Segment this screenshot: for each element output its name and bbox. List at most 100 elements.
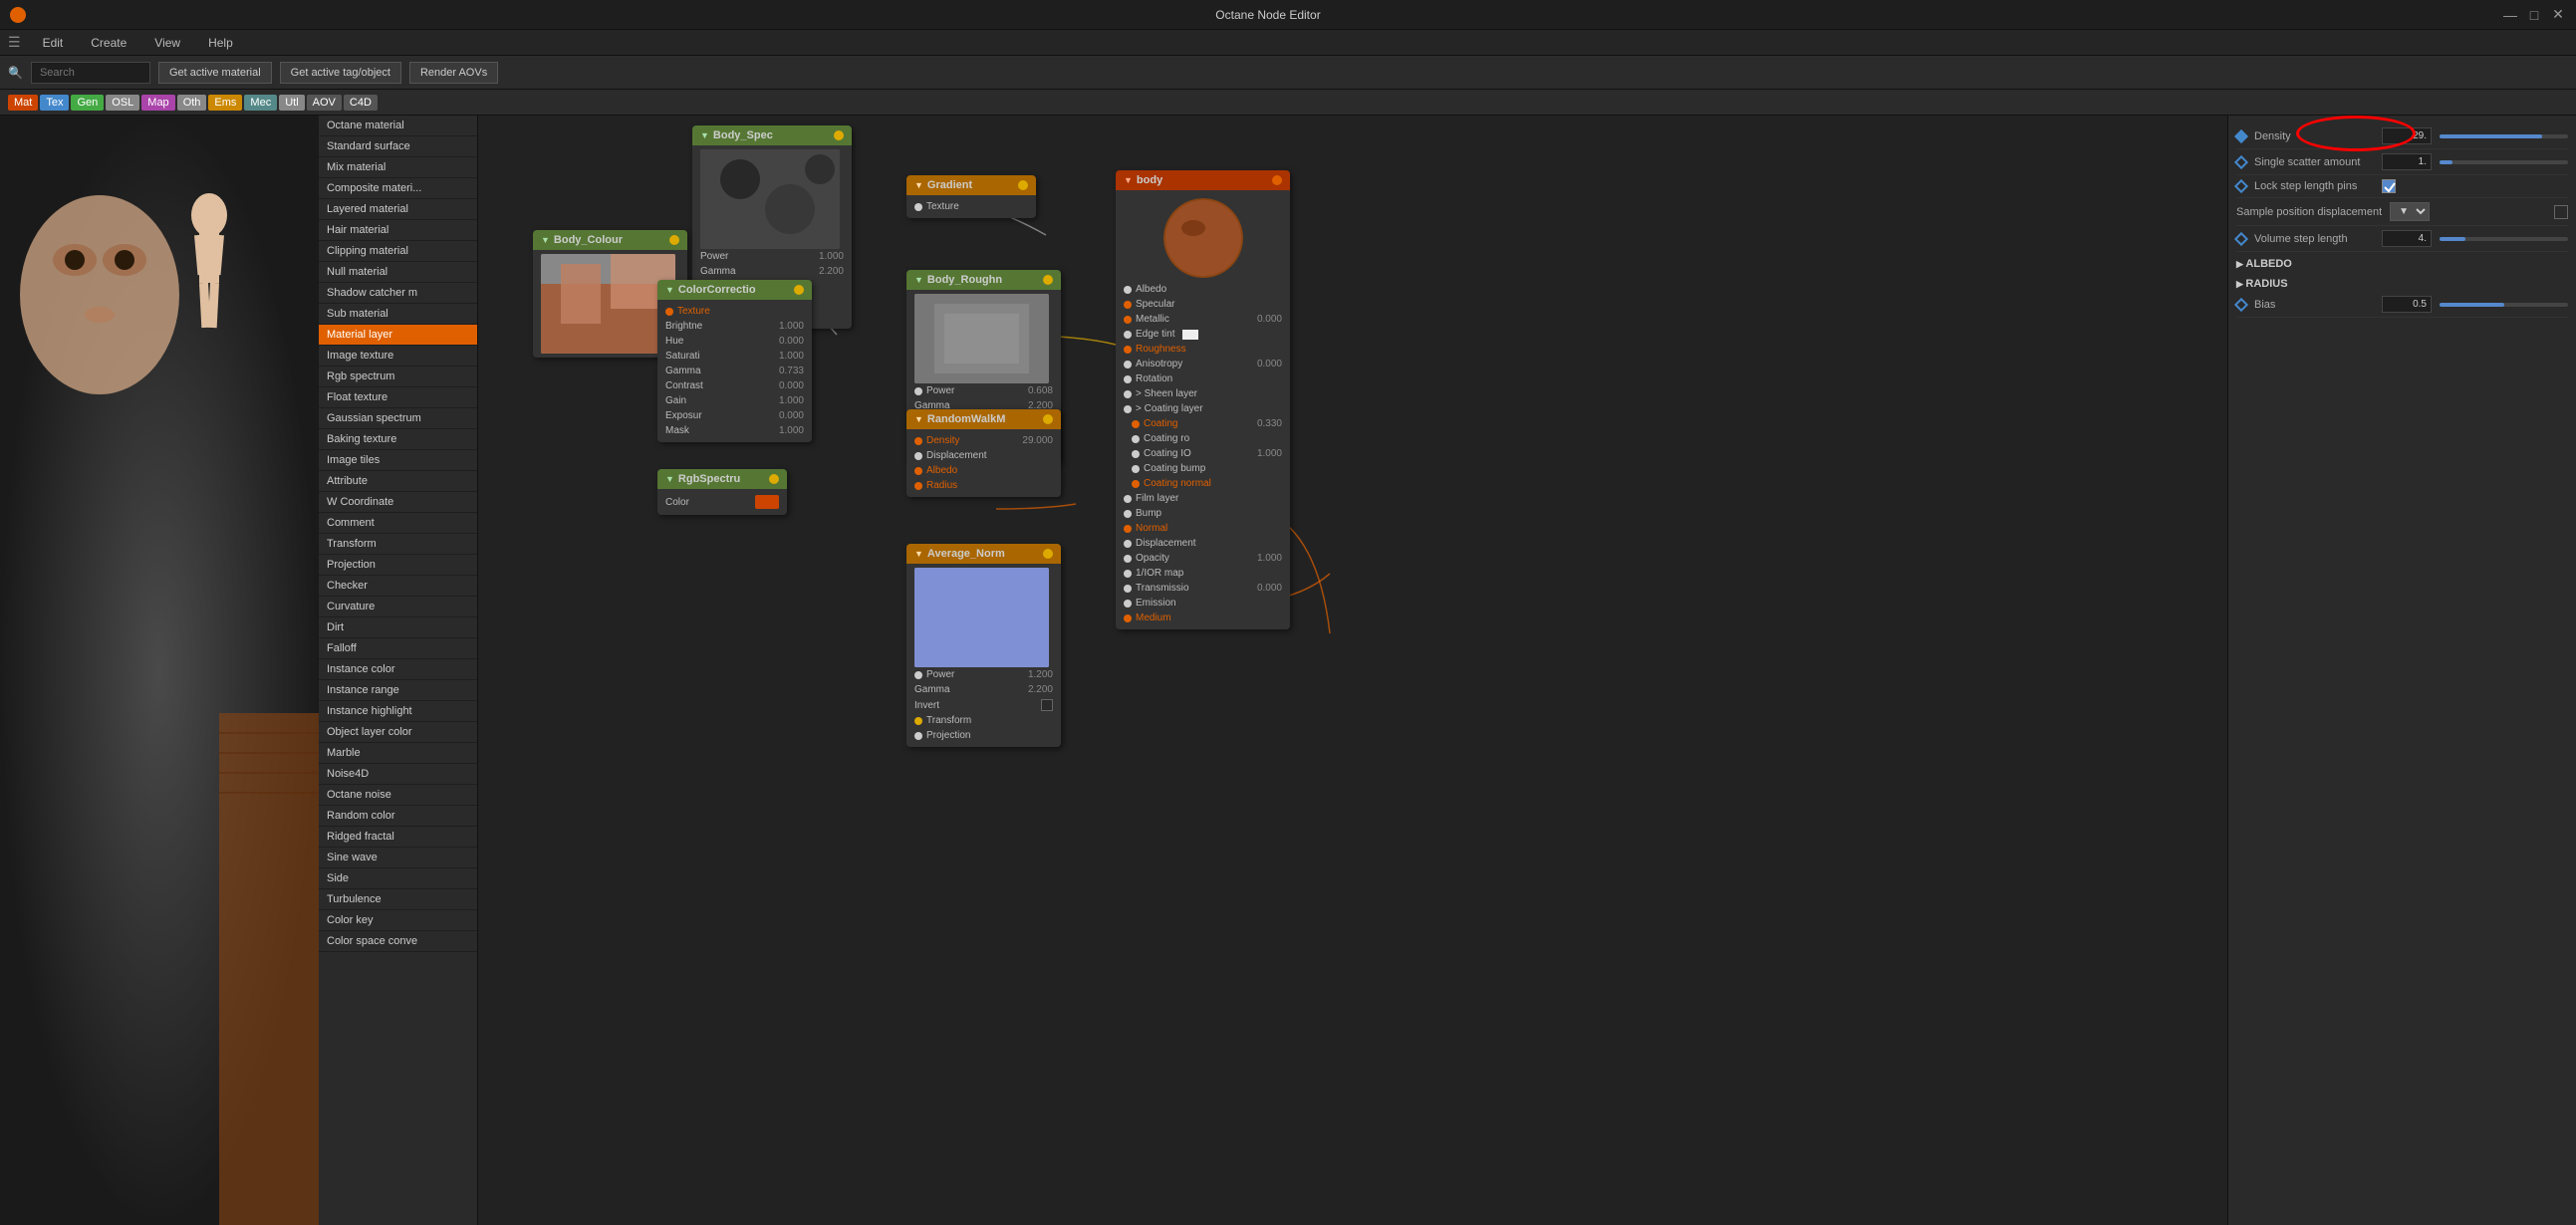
node-item-checker[interactable]: Checker — [319, 576, 477, 597]
node-item-falloff[interactable]: Falloff — [319, 638, 477, 659]
node-rgb-spectrum[interactable]: ▼ RgbSpectru Color — [657, 469, 787, 515]
node-item-w-coordinate[interactable]: W Coordinate — [319, 492, 477, 513]
tab-mec[interactable]: Mec — [244, 95, 277, 111]
sample-position-checkbox[interactable] — [2554, 205, 2568, 219]
tab-aov[interactable]: AOV — [307, 95, 342, 111]
node-item-turbulence[interactable]: Turbulence — [319, 889, 477, 910]
render-aovs-button[interactable]: Render AOVs — [409, 62, 498, 84]
node-item-color-space-conve[interactable]: Color space conve — [319, 931, 477, 952]
node-average-normal[interactable]: ▼ Average_Norm Power 1.200 Gamma — [906, 544, 1061, 747]
menu-view[interactable]: View — [148, 34, 186, 52]
node-item-instance-color[interactable]: Instance color — [319, 659, 477, 680]
menu-edit[interactable]: Edit — [37, 34, 70, 52]
node-item-standard-surface[interactable]: Standard surface — [319, 136, 477, 157]
node-item-transform[interactable]: Transform — [319, 534, 477, 555]
node-output-dot-cc — [794, 285, 804, 295]
node-item-octane-material[interactable]: Octane material — [319, 116, 477, 136]
node-item-ridged-fractal[interactable]: Ridged fractal — [319, 827, 477, 848]
node-item-instance-range[interactable]: Instance range — [319, 680, 477, 701]
node-output-dot — [834, 130, 844, 140]
search-icon: 🔍 — [8, 66, 23, 80]
node-item-clipping-material[interactable]: Clipping material — [319, 241, 477, 262]
get-active-material-button[interactable]: Get active material — [158, 62, 272, 84]
tab-map[interactable]: Map — [141, 95, 174, 111]
node-item-null-material[interactable]: Null material — [319, 262, 477, 283]
tab-gen[interactable]: Gen — [71, 95, 104, 111]
node-item-object-layer-color[interactable]: Object layer color — [319, 722, 477, 743]
tab-mat[interactable]: Mat — [8, 95, 38, 111]
node-item-noise4d[interactable]: Noise4D — [319, 764, 477, 785]
port-an-transform: Transform — [914, 713, 1053, 728]
single-scatter-slider[interactable] — [2440, 160, 2568, 164]
node-item-composite-material[interactable]: Composite materi... — [319, 178, 477, 199]
node-item-attribute[interactable]: Attribute — [319, 471, 477, 492]
node-item-gaussian-spectrum[interactable]: Gaussian spectrum — [319, 408, 477, 429]
sample-position-dropdown[interactable]: ▼ — [2390, 202, 2430, 221]
node-item-sub-material[interactable]: Sub material — [319, 304, 477, 325]
node-item-octane-noise[interactable]: Octane noise — [319, 785, 477, 806]
bias-slider[interactable] — [2440, 303, 2568, 307]
node-item-instance-highlight[interactable]: Instance highlight — [319, 701, 477, 722]
lock-step-row: Lock step length pins — [2236, 175, 2568, 198]
texture-preview-body-colour — [541, 254, 675, 354]
tab-ems[interactable]: Ems — [208, 95, 242, 111]
node-item-projection[interactable]: Projection — [319, 555, 477, 576]
node-gradient[interactable]: ▼ Gradient Texture — [906, 175, 1036, 218]
node-item-color-key[interactable]: Color key — [319, 910, 477, 931]
volume-step-slider[interactable] — [2440, 237, 2568, 241]
tab-utl[interactable]: Utl — [279, 95, 304, 111]
node-title-body-colour: Body_Colour — [554, 234, 623, 246]
node-item-material-layer[interactable]: Material layer — [319, 325, 477, 346]
volume-step-input[interactable] — [2382, 230, 2432, 247]
node-header-color-correction: ▼ ColorCorrectio — [657, 280, 812, 300]
minimize-button[interactable]: — — [2502, 7, 2518, 23]
tab-c4d[interactable]: C4D — [344, 95, 378, 111]
node-item-curvature[interactable]: Curvature — [319, 597, 477, 617]
bias-icon — [2234, 297, 2248, 311]
lock-step-checkbox[interactable] — [2382, 179, 2396, 193]
node-item-shadow-catcher[interactable]: Shadow catcher m — [319, 283, 477, 304]
albedo-section[interactable]: ALBEDO — [2236, 252, 2568, 272]
node-item-random-color[interactable]: Random color — [319, 806, 477, 827]
port-film-layer: Film layer — [1124, 491, 1282, 506]
node-item-float-texture[interactable]: Float texture — [319, 387, 477, 408]
tab-tex[interactable]: Tex — [40, 95, 69, 111]
density-input[interactable] — [2382, 127, 2432, 144]
single-scatter-input[interactable] — [2382, 153, 2432, 170]
node-title-body-roughness: Body_Roughn — [927, 274, 1002, 286]
node-item-image-tiles[interactable]: Image tiles — [319, 450, 477, 471]
bias-input[interactable] — [2382, 296, 2432, 313]
close-button[interactable]: ✕ — [2550, 7, 2566, 23]
hamburger-icon[interactable]: ☰ — [8, 34, 21, 51]
node-item-comment[interactable]: Comment — [319, 513, 477, 534]
tab-osl[interactable]: OSL — [106, 95, 139, 111]
tab-oth[interactable]: Oth — [177, 95, 207, 111]
search-input[interactable] — [31, 62, 150, 84]
volume-step-label: Volume step length — [2254, 233, 2374, 245]
node-item-side[interactable]: Side — [319, 868, 477, 889]
menu-create[interactable]: Create — [85, 34, 132, 52]
node-item-mix-material[interactable]: Mix material — [319, 157, 477, 178]
node-item-hair-material[interactable]: Hair material — [319, 220, 477, 241]
node-item-sine-wave[interactable]: Sine wave — [319, 848, 477, 868]
get-active-tag-button[interactable]: Get active tag/object — [280, 62, 401, 84]
node-random-walk[interactable]: ▼ RandomWalkM Density 29.000 Displacemen… — [906, 409, 1061, 497]
port-an-invert: Invert — [914, 697, 1053, 713]
port-rgb-color: Color — [665, 493, 779, 511]
density-slider-track[interactable] — [2440, 134, 2568, 138]
node-item-layered-material[interactable]: Layered material — [319, 199, 477, 220]
node-item-image-texture[interactable]: Image texture — [319, 346, 477, 367]
node-item-marble[interactable]: Marble — [319, 743, 477, 764]
window-controls[interactable]: — □ ✕ — [2502, 7, 2566, 23]
node-canvas[interactable]: ▼ Body_Spec Power 1.000 — [478, 116, 2227, 1225]
node-item-dirt[interactable]: Dirt — [319, 617, 477, 638]
node-body[interactable]: ▼ body Albedo — [1116, 170, 1290, 629]
radius-section[interactable]: RADIUS — [2236, 272, 2568, 292]
maximize-button[interactable]: □ — [2526, 7, 2542, 23]
node-item-baking-texture[interactable]: Baking texture — [319, 429, 477, 450]
volume-step-row: Volume step length — [2236, 226, 2568, 252]
port-cc-gamma: Gamma 0.733 — [665, 364, 804, 378]
menu-help[interactable]: Help — [202, 34, 239, 52]
node-item-rgb-spectrum[interactable]: Rgb spectrum — [319, 367, 477, 387]
node-color-correction[interactable]: ▼ ColorCorrectio Texture Brightne 1.000 … — [657, 280, 812, 442]
